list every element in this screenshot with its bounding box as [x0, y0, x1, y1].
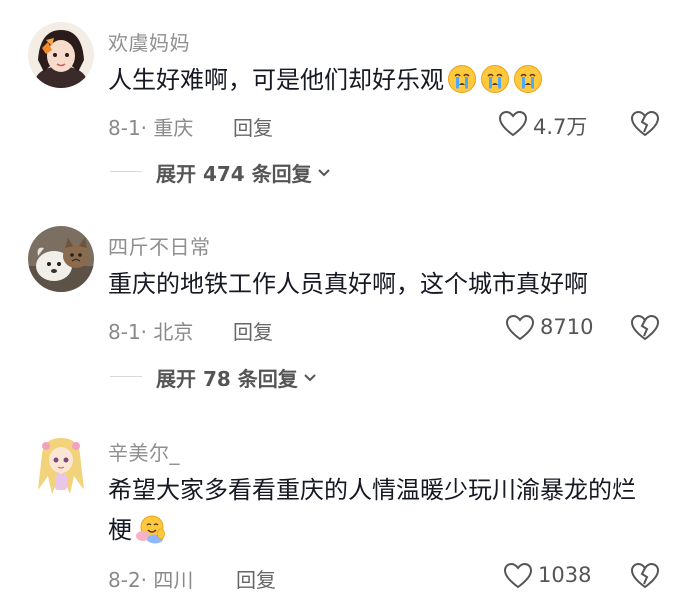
reply-button[interactable]: 回复	[236, 564, 276, 593]
broken-heart-icon[interactable]	[630, 314, 660, 342]
divider	[110, 376, 142, 377]
comment-text: 重庆的地铁工作人员真好啊，这个城市真好啊	[108, 264, 650, 304]
like-count: 8710	[540, 315, 594, 339]
crying-face-icon	[481, 65, 509, 93]
comment-text: 人生好难啊，可是他们却好乐观	[108, 60, 650, 100]
username[interactable]: 四斤不日常	[108, 231, 211, 260]
reply-button[interactable]: 回复	[233, 316, 273, 345]
comment-date: 8-1·	[108, 320, 148, 344]
crying-face-icon	[448, 65, 476, 93]
expand-replies-label: 展开 78 条回复	[156, 367, 298, 391]
chevron-down-icon	[317, 168, 330, 176]
comment-meta: 8-1· 重庆	[108, 112, 193, 141]
username[interactable]: 欢虞妈妈	[108, 27, 190, 56]
comment-location: 四川	[153, 568, 194, 592]
like-count: 4.7万	[533, 115, 588, 139]
expand-replies-button[interactable]: 展开 474 条回复	[156, 158, 331, 187]
comment-date: 8-2·	[108, 568, 148, 592]
broken-heart-icon[interactable]	[630, 562, 660, 590]
heart-icon[interactable]	[503, 562, 533, 590]
crying-face-icon	[514, 65, 542, 93]
broken-heart-icon[interactable]	[630, 110, 660, 138]
comment-date: 8-1·	[108, 116, 148, 140]
comment-text-content: 重庆的地铁工作人员真好啊，这个城市真好啊	[108, 270, 588, 298]
like-count: 1038	[538, 563, 592, 587]
comment-text: 希望大家多看看重庆的人情温暖少玩川渝暴龙的烂梗	[108, 470, 650, 550]
comment-text-content: 人生好难啊，可是他们却好乐观	[108, 66, 444, 94]
chevron-down-icon	[304, 373, 316, 381]
reply-button[interactable]: 回复	[233, 112, 273, 141]
comment-meta: 8-1· 北京	[108, 316, 193, 345]
avatar[interactable]	[28, 226, 94, 292]
comment-meta: 8-2· 四川	[108, 564, 193, 593]
username[interactable]: 辛美尔_	[108, 437, 180, 466]
comment-location: 重庆	[153, 116, 194, 140]
expand-replies-label: 展开 474 条回复	[156, 162, 312, 186]
avatar[interactable]	[28, 432, 94, 498]
divider	[110, 171, 142, 172]
expand-replies-button[interactable]: 展开 78 条回复	[156, 363, 317, 392]
comment-location: 北京	[153, 320, 194, 344]
heart-icon[interactable]	[505, 314, 535, 342]
hugging-face-icon	[136, 515, 165, 544]
avatar[interactable]	[28, 22, 94, 88]
comment-text-content: 希望大家多看看重庆的人情温暖少玩川渝暴龙的烂梗	[108, 476, 636, 544]
heart-icon[interactable]	[498, 110, 528, 138]
